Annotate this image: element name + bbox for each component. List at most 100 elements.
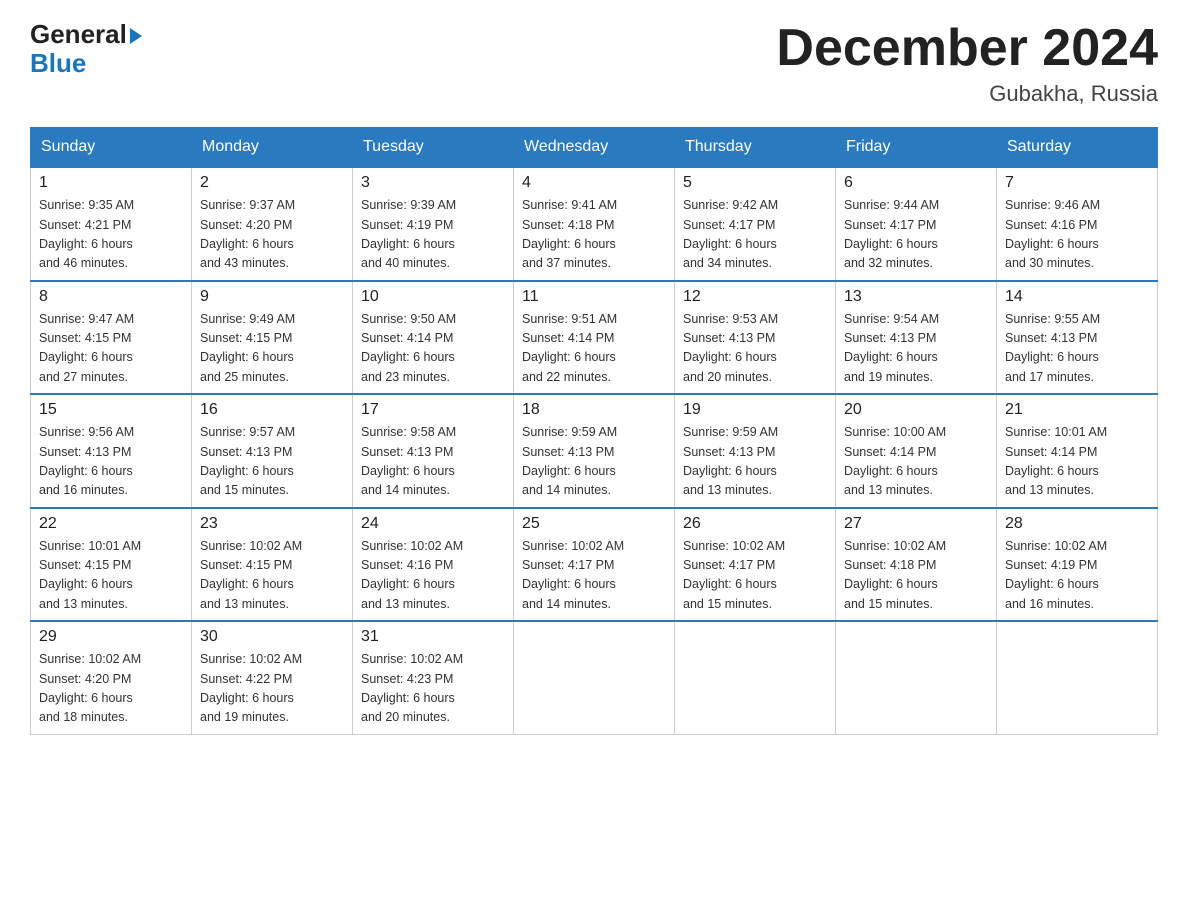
day-number: 4 [522,174,666,192]
logo-triangle-icon [130,28,142,44]
day-number: 15 [39,401,183,419]
calendar-cell: 27 Sunrise: 10:02 AMSunset: 4:18 PMDaylig… [836,508,997,622]
day-number: 30 [200,628,344,646]
day-info: Sunrise: 10:02 AMSunset: 4:15 PMDaylight… [200,537,344,615]
day-number: 29 [39,628,183,646]
calendar-cell: 12 Sunrise: 9:53 AMSunset: 4:13 PMDayligh… [675,281,836,395]
calendar-cell: 14 Sunrise: 9:55 AMSunset: 4:13 PMDayligh… [997,281,1158,395]
calendar-cell: 25Sunrise: 10:02 AMSunset: 4:17 PMDaylig… [514,508,675,622]
calendar-header-saturday: Saturday [997,128,1158,168]
day-info: Sunrise: 9:49 AMSunset: 4:15 PMDaylight:… [200,310,344,388]
calendar-week-row: 8 Sunrise: 9:47 AMSunset: 4:15 PMDaylight… [31,281,1158,395]
day-number: 21 [1005,401,1149,419]
calendar-cell: 2 Sunrise: 9:37 AMSunset: 4:20 PMDaylight… [192,167,353,281]
calendar-cell: 1 Sunrise: 9:35 AMSunset: 4:21 PMDaylight… [31,167,192,281]
calendar-table: SundayMondayTuesdayWednesdayThursdayFrid… [30,127,1158,735]
day-info: Sunrise: 9:57 AMSunset: 4:13 PMDaylight:… [200,423,344,501]
calendar-cell: 28Sunrise: 10:02 AMSunset: 4:19 PMDaylig… [997,508,1158,622]
calendar-cell: 31 Sunrise: 10:02 AMSunset: 4:23 PMDaylig… [353,621,514,734]
day-number: 11 [522,288,666,306]
day-info: Sunrise: 9:53 AMSunset: 4:13 PMDaylight:… [683,310,827,388]
calendar-cell [514,621,675,734]
page-subtitle: Gubakha, Russia [776,81,1158,107]
calendar-cell: 16 Sunrise: 9:57 AMSunset: 4:13 PMDayligh… [192,394,353,508]
calendar-week-row: 1 Sunrise: 9:35 AMSunset: 4:21 PMDaylight… [31,167,1158,281]
day-info: Sunrise: 9:42 AMSunset: 4:17 PMDaylight:… [683,196,827,274]
day-info: Sunrise: 10:02 AMSunset: 4:16 PMDaylight… [361,537,505,615]
logo: General Blue [30,20,142,77]
day-number: 9 [200,288,344,306]
day-number: 27 [844,515,988,533]
day-info: Sunrise: 9:50 AMSunset: 4:14 PMDaylight:… [361,310,505,388]
calendar-cell: 21 Sunrise: 10:01 AMSunset: 4:14 PMDaylig… [997,394,1158,508]
day-info: Sunrise: 9:54 AMSunset: 4:13 PMDaylight:… [844,310,988,388]
calendar-cell: 6 Sunrise: 9:44 AMSunset: 4:17 PMDaylight… [836,167,997,281]
page-header: General Blue December 2024 Gubakha, Russ… [30,20,1158,107]
calendar-cell [997,621,1158,734]
day-info: Sunrise: 10:02 AMSunset: 4:23 PMDaylight… [361,650,505,728]
calendar-header-row: SundayMondayTuesdayWednesdayThursdayFrid… [31,128,1158,168]
calendar-week-row: 15 Sunrise: 9:56 AMSunset: 4:13 PMDayligh… [31,394,1158,508]
calendar-cell: 18 Sunrise: 9:59 AMSunset: 4:13 PMDayligh… [514,394,675,508]
day-info: Sunrise: 9:47 AMSunset: 4:15 PMDaylight:… [39,310,183,388]
day-number: 26 [683,515,827,533]
day-number: 14 [1005,288,1149,306]
calendar-cell: 11 Sunrise: 9:51 AMSunset: 4:14 PMDayligh… [514,281,675,395]
calendar-week-row: 22Sunrise: 10:01 AMSunset: 4:15 PMDaylig… [31,508,1158,622]
day-info: Sunrise: 9:35 AMSunset: 4:21 PMDaylight:… [39,196,183,274]
calendar-cell: 3Sunrise: 9:39 AMSunset: 4:19 PMDaylight… [353,167,514,281]
day-number: 2 [200,174,344,192]
calendar-cell: 7Sunrise: 9:46 AMSunset: 4:16 PMDaylight… [997,167,1158,281]
day-info: Sunrise: 9:37 AMSunset: 4:20 PMDaylight:… [200,196,344,274]
day-number: 17 [361,401,505,419]
day-number: 12 [683,288,827,306]
day-info: Sunrise: 9:44 AMSunset: 4:17 PMDaylight:… [844,196,988,274]
calendar-cell: 20 Sunrise: 10:00 AMSunset: 4:14 PMDaylig… [836,394,997,508]
calendar-week-row: 29Sunrise: 10:02 AMSunset: 4:20 PMDaylig… [31,621,1158,734]
logo-general-text: General [30,20,127,49]
page-title: December 2024 [776,20,1158,77]
day-info: Sunrise: 9:59 AMSunset: 4:13 PMDaylight:… [522,423,666,501]
logo-blue-text: Blue [30,49,86,78]
calendar-cell: 10Sunrise: 9:50 AMSunset: 4:14 PMDayligh… [353,281,514,395]
day-number: 6 [844,174,988,192]
day-info: Sunrise: 10:02 AMSunset: 4:17 PMDaylight… [683,537,827,615]
day-info: Sunrise: 10:02 AMSunset: 4:18 PMDaylight… [844,537,988,615]
calendar-header-monday: Monday [192,128,353,168]
day-number: 20 [844,401,988,419]
day-number: 25 [522,515,666,533]
calendar-cell: 23 Sunrise: 10:02 AMSunset: 4:15 PMDaylig… [192,508,353,622]
calendar-cell: 4 Sunrise: 9:41 AMSunset: 4:18 PMDaylight… [514,167,675,281]
calendar-cell [675,621,836,734]
calendar-cell: 19Sunrise: 9:59 AMSunset: 4:13 PMDayligh… [675,394,836,508]
title-block: December 2024 Gubakha, Russia [776,20,1158,107]
day-number: 5 [683,174,827,192]
calendar-cell: 24 Sunrise: 10:02 AMSunset: 4:16 PMDaylig… [353,508,514,622]
calendar-cell: 5 Sunrise: 9:42 AMSunset: 4:17 PMDaylight… [675,167,836,281]
day-number: 13 [844,288,988,306]
day-number: 24 [361,515,505,533]
day-info: Sunrise: 10:02 AMSunset: 4:22 PMDaylight… [200,650,344,728]
day-info: Sunrise: 9:56 AMSunset: 4:13 PMDaylight:… [39,423,183,501]
day-info: Sunrise: 9:59 AMSunset: 4:13 PMDaylight:… [683,423,827,501]
day-info: Sunrise: 9:55 AMSunset: 4:13 PMDaylight:… [1005,310,1149,388]
day-number: 28 [1005,515,1149,533]
calendar-header-sunday: Sunday [31,128,192,168]
calendar-header-friday: Friday [836,128,997,168]
day-number: 18 [522,401,666,419]
calendar-cell: 29Sunrise: 10:02 AMSunset: 4:20 PMDaylig… [31,621,192,734]
day-info: Sunrise: 10:01 AMSunset: 4:14 PMDaylight… [1005,423,1149,501]
day-number: 23 [200,515,344,533]
calendar-cell: 17Sunrise: 9:58 AMSunset: 4:13 PMDayligh… [353,394,514,508]
day-number: 8 [39,288,183,306]
day-number: 31 [361,628,505,646]
day-number: 1 [39,174,183,192]
calendar-cell: 9 Sunrise: 9:49 AMSunset: 4:15 PMDaylight… [192,281,353,395]
day-info: Sunrise: 9:46 AMSunset: 4:16 PMDaylight:… [1005,196,1149,274]
day-number: 16 [200,401,344,419]
calendar-cell: 8 Sunrise: 9:47 AMSunset: 4:15 PMDaylight… [31,281,192,395]
calendar-header-wednesday: Wednesday [514,128,675,168]
day-info: Sunrise: 9:51 AMSunset: 4:14 PMDaylight:… [522,310,666,388]
day-info: Sunrise: 10:00 AMSunset: 4:14 PMDaylight… [844,423,988,501]
day-info: Sunrise: 9:41 AMSunset: 4:18 PMDaylight:… [522,196,666,274]
